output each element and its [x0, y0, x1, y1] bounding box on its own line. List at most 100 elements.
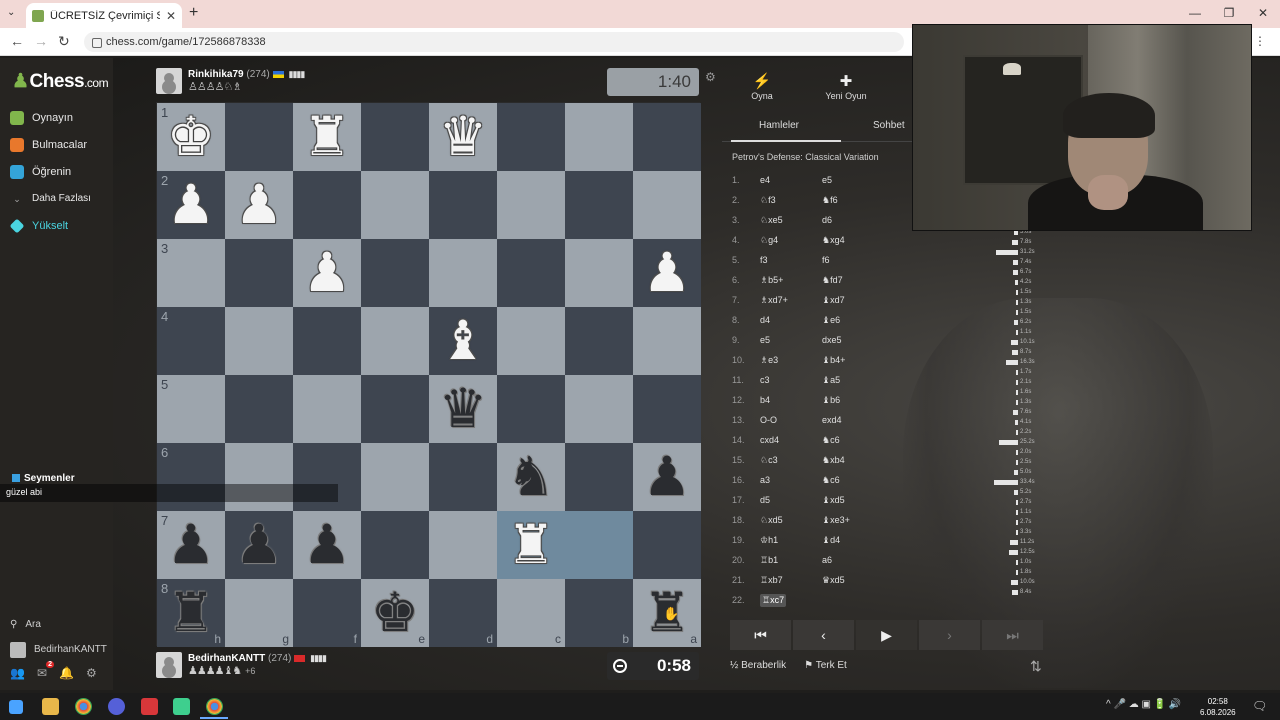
avatar[interactable]: [156, 652, 182, 678]
white-move[interactable]: c3: [760, 375, 822, 385]
board-square[interactable]: [633, 511, 701, 579]
chess-piece[interactable]: ♞: [507, 450, 555, 504]
board-square[interactable]: [565, 171, 633, 239]
black-move[interactable]: d6: [822, 215, 884, 225]
board-square[interactable]: ♜: [497, 511, 565, 579]
black-move[interactable]: exd4: [822, 415, 884, 425]
first-move-button[interactable]: ⏮: [730, 620, 791, 650]
white-move[interactable]: ♖b1: [760, 555, 822, 566]
board-square[interactable]: 7 ♟: [157, 511, 225, 579]
board-square[interactable]: 3: [157, 239, 225, 307]
white-move[interactable]: ♘xe5: [760, 215, 822, 226]
white-move[interactable]: d4: [760, 315, 822, 325]
sidebar-item-puzzles[interactable]: Bulmacalar: [10, 131, 91, 158]
white-move[interactable]: ♘c3: [760, 455, 822, 466]
notification-icon[interactable]: 🗨: [1252, 699, 1267, 713]
board-square[interactable]: 2 ♟: [157, 171, 225, 239]
board-square[interactable]: [497, 239, 565, 307]
opening-name[interactable]: Petrov's Defense: Classical Variation: [732, 152, 879, 162]
system-tray[interactable]: ^ 🎤 ☁ ▣ 🔋 🔊: [1106, 699, 1181, 710]
white-move[interactable]: ♔h1: [760, 535, 822, 546]
draw-offer-button[interactable]: ½ Beraberlik: [730, 660, 786, 671]
black-move[interactable]: ♞xb4: [822, 455, 884, 466]
board-square[interactable]: [633, 171, 701, 239]
black-move[interactable]: ♞c6: [822, 475, 884, 486]
black-move[interactable]: f6: [822, 255, 884, 265]
avatar[interactable]: [156, 68, 182, 94]
reload-icon[interactable]: ↻: [58, 33, 70, 50]
black-move[interactable]: ♝b4+: [822, 355, 884, 366]
board-square[interactable]: [361, 375, 429, 443]
board-square[interactable]: [429, 171, 497, 239]
white-move[interactable]: a3: [760, 475, 822, 485]
board-square[interactable]: [565, 307, 633, 375]
black-move[interactable]: e5: [822, 175, 884, 185]
board-square[interactable]: ♟: [225, 511, 293, 579]
board-square[interactable]: ♟: [293, 239, 361, 307]
board-square[interactable]: 1 ♚: [157, 103, 225, 171]
black-move[interactable]: ♝xd5: [822, 495, 884, 506]
board-square[interactable]: [497, 171, 565, 239]
board-square[interactable]: e ♚: [361, 579, 429, 647]
previous-move-button[interactable]: ‹: [793, 620, 854, 650]
tab-chat[interactable]: Sohbet: [873, 120, 905, 131]
mail-icon[interactable]: ✉ 2: [37, 661, 55, 680]
last-move-button[interactable]: ⏭: [982, 620, 1043, 650]
play-action-button[interactable]: ⚡ Oyna: [722, 72, 802, 101]
board-square[interactable]: ♟: [633, 443, 701, 511]
board-square[interactable]: [633, 307, 701, 375]
board-square[interactable]: ♟: [225, 171, 293, 239]
forward-icon[interactable]: →: [34, 33, 48, 49]
chess-piece[interactable]: ♟: [235, 178, 283, 232]
url-input[interactable]: chess.com/game/172586878338: [84, 32, 904, 52]
black-move[interactable]: a6: [822, 555, 884, 565]
black-move[interactable]: ♝e6: [822, 315, 884, 326]
chess-piece[interactable]: ♜: [167, 586, 215, 640]
play-moves-button[interactable]: ▶: [856, 620, 917, 650]
black-move[interactable]: ♞fd7: [822, 275, 884, 286]
board-square[interactable]: [565, 239, 633, 307]
chess-piece[interactable]: ♟: [643, 450, 691, 504]
black-move[interactable]: ♝a5: [822, 375, 884, 386]
sidebar-profile[interactable]: BedirhanKANTT: [10, 637, 107, 662]
board-square[interactable]: [361, 443, 429, 511]
board-square[interactable]: [225, 103, 293, 171]
board-square[interactable]: [293, 171, 361, 239]
chess-piece[interactable]: ♚: [371, 586, 419, 640]
white-move[interactable]: cxd4: [760, 435, 822, 445]
black-move[interactable]: ♛xd5: [822, 575, 884, 586]
taskbar-clock[interactable]: 02:58 6.08.2026: [1200, 696, 1236, 718]
black-move[interactable]: ♝xe3+: [822, 515, 884, 526]
resign-button[interactable]: ⚑ Terk Et: [804, 660, 847, 671]
white-move[interactable]: d5: [760, 495, 822, 505]
board-square[interactable]: [225, 307, 293, 375]
friends-icon[interactable]: 👥: [10, 666, 25, 680]
chess-piece[interactable]: ♚: [167, 110, 215, 164]
board-square[interactable]: ♛: [429, 375, 497, 443]
top-player-name[interactable]: Rinkihika79: [188, 69, 244, 80]
board-square[interactable]: ♝: [429, 307, 497, 375]
board-square[interactable]: [361, 103, 429, 171]
white-move[interactable]: O-O: [760, 415, 822, 425]
browser-menu-icon[interactable]: ⋮: [1254, 34, 1266, 48]
board-square[interactable]: b: [565, 579, 633, 647]
black-move[interactable]: ♝b6: [822, 395, 884, 406]
black-move[interactable]: ♞f6: [822, 195, 884, 206]
board-square[interactable]: d: [429, 579, 497, 647]
windows-start-icon[interactable]: [9, 700, 23, 714]
board-square[interactable]: 8 h ♜: [157, 579, 225, 647]
sidebar-item-play[interactable]: Oynayın: [10, 104, 91, 131]
board-square[interactable]: [633, 375, 701, 443]
board-square[interactable]: ♞: [497, 443, 565, 511]
white-move[interactable]: ♗b5+: [760, 275, 822, 286]
chess-piece[interactable]: ♟: [167, 178, 215, 232]
board-square[interactable]: [633, 103, 701, 171]
board-square[interactable]: [497, 307, 565, 375]
board-square[interactable]: [497, 103, 565, 171]
white-move[interactable]: ♖xb7: [760, 575, 822, 586]
white-move[interactable]: e5: [760, 335, 822, 345]
chess-piece[interactable]: ♛: [439, 382, 487, 436]
chesscom-logo[interactable]: ♟Chess.com: [12, 70, 109, 93]
chess-piece[interactable]: ♟: [303, 518, 351, 572]
board-square[interactable]: 5: [157, 375, 225, 443]
